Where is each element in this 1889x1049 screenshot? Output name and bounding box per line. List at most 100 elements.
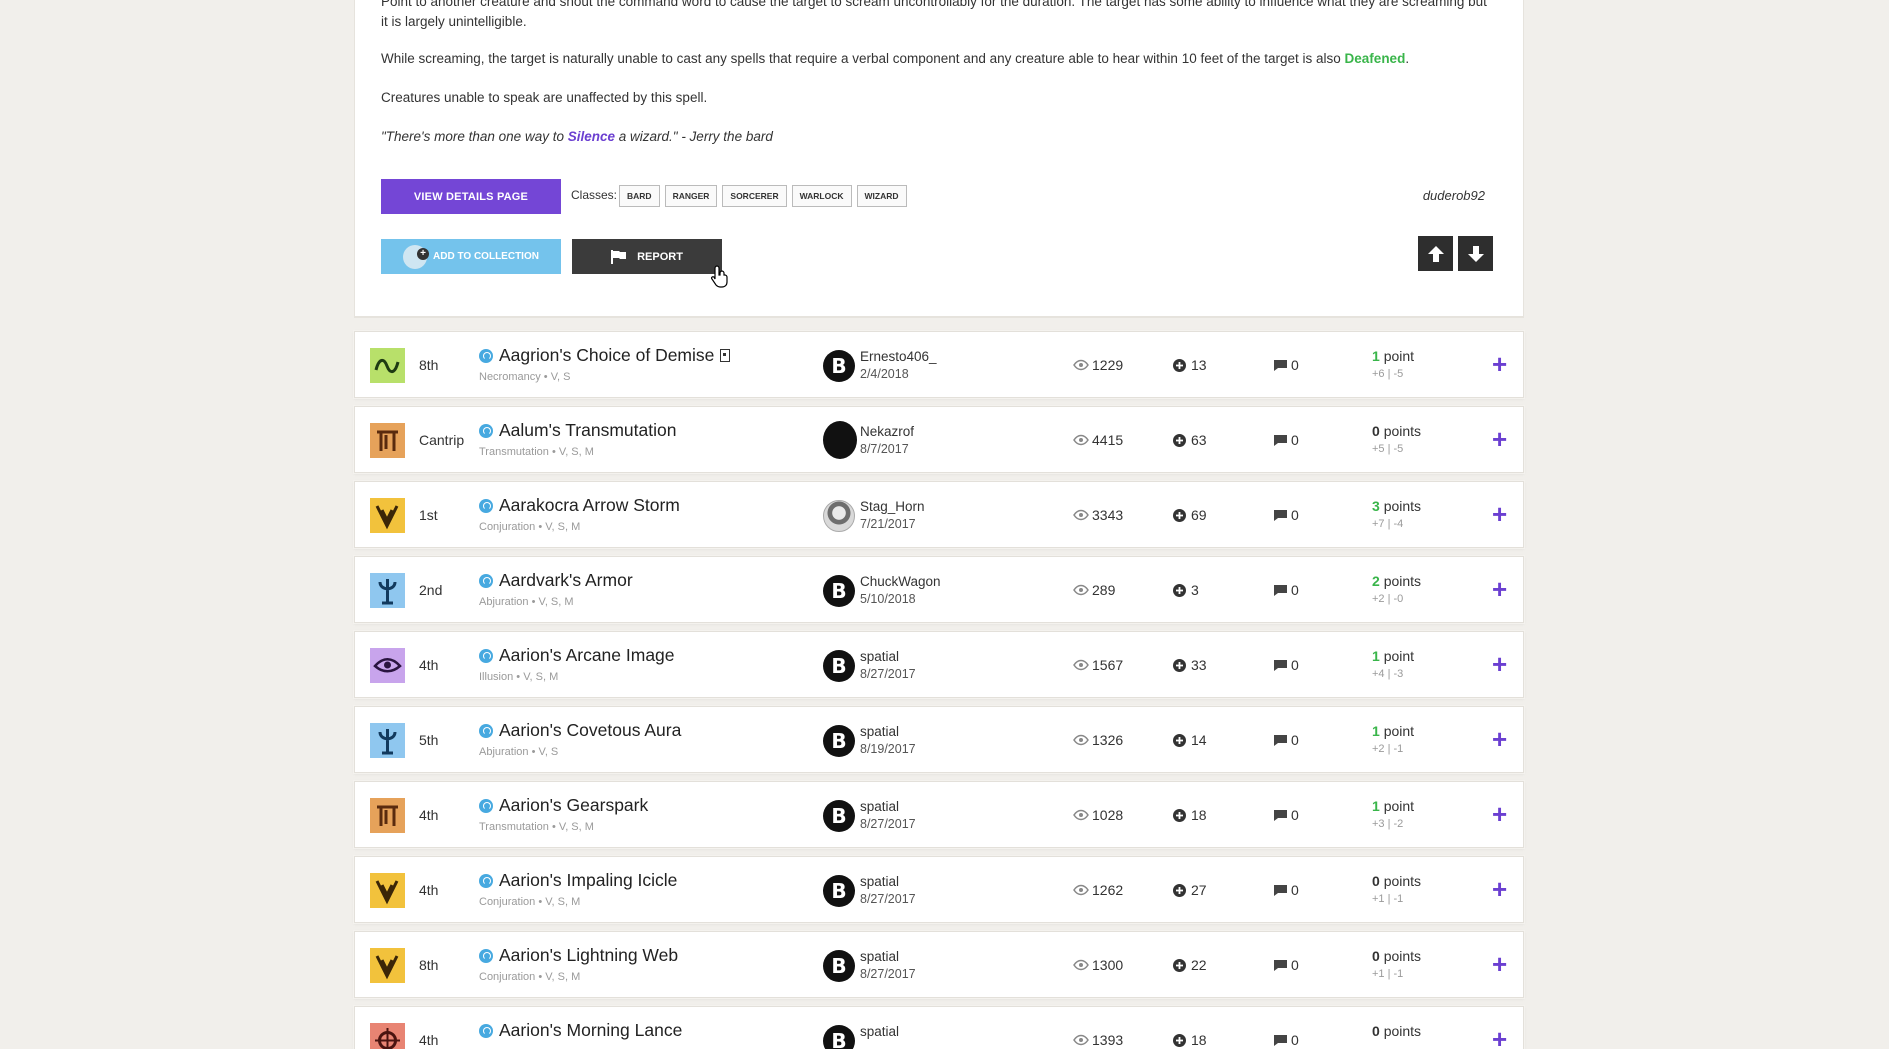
spell-row[interactable]: 4th Aarion's Gearspark Transmutation • V, … [354,781,1524,848]
spell-row[interactable]: Cantrip Aalum's Transmutation Transmutatio… [354,406,1524,473]
spell-name-text[interactable]: Aarion's Lightning Web [499,945,678,966]
spell-meta: Conjuration • V, S, M [479,971,581,983]
add-spell-button[interactable]: + [1492,801,1507,827]
add-spell-button[interactable]: + [1492,426,1507,452]
view-count: 1393 [1073,1032,1123,1048]
spell-name-text[interactable]: Aarion's Morning Lance [499,1020,682,1041]
avatar[interactable]: B [823,575,855,607]
add-spell-button[interactable]: + [1492,351,1507,377]
arrow-down-icon [1467,245,1484,262]
view-details-button[interactable]: View Details Page [381,179,561,214]
points: 1 point [1372,348,1414,364]
author-username[interactable]: spatial [860,1024,899,1039]
add-count: 69 [1173,507,1207,523]
spell-name-text[interactable]: Aarion's Gearspark [499,795,648,816]
avatar[interactable]: B [823,725,855,757]
add-spell-button[interactable]: + [1492,876,1507,902]
spell-name[interactable]: Aalum's Transmutation [479,420,676,441]
spell-row[interactable]: 2nd Aardvark's Armor Abjuration • V, S, M B… [354,556,1524,623]
upvote-button[interactable] [1418,236,1453,271]
comment-count: 0 [1273,357,1299,373]
author-username[interactable]: Stag_Horn [860,499,925,514]
add-spell-button[interactable]: + [1492,1026,1507,1049]
author-username[interactable]: ChuckWagon [860,574,941,589]
add-spell-button[interactable]: + [1492,726,1507,752]
spell-name[interactable]: Aarakocra Arrow Storm [479,495,680,516]
spell-name[interactable]: Aarion's Gearspark [479,795,648,816]
add-spell-button[interactable]: + [1492,651,1507,677]
class-tag-wizard[interactable]: WIZARD [856,185,907,207]
silence-link[interactable]: Silence [568,129,615,144]
add-spell-button[interactable]: + [1492,576,1507,602]
report-button[interactable]: Report [572,239,722,274]
downvote-button[interactable] [1458,236,1493,271]
add-count: 14 [1173,732,1207,748]
spell-row[interactable]: 4th Aarion's Impaling Icicle Conjuration •… [354,856,1524,923]
add-spell-button[interactable]: + [1492,951,1507,977]
spell-row[interactable]: 1st Aarakocra Arrow Storm Conjuration • V,… [354,481,1524,548]
author-name[interactable]: duderob92 [1423,188,1485,203]
class-tag-warlock[interactable]: WARLOCK [791,185,852,207]
spell-name-text[interactable]: Aarion's Impaling Icicle [499,870,677,891]
spell-name-text[interactable]: Aagrion's Choice of Demise [499,345,714,366]
spell-name[interactable]: Aarion's Impaling Icicle [479,870,677,891]
spell-name-text[interactable]: Aardvark's Armor [499,570,633,591]
add-to-collection-button[interactable]: Add to Collection [381,239,561,274]
points: 0 points [1372,423,1421,439]
view-count: 3343 [1073,507,1123,523]
comment-count: 0 [1273,657,1299,673]
avatar[interactable]: B [823,875,855,907]
spell-name-text[interactable]: Aarakocra Arrow Storm [499,495,680,516]
spell-name[interactable]: Aagrion's Choice of Demise [479,345,731,366]
spell-row[interactable]: 4th Aarion's Morning Lance Bspatial 1393 18 0… [354,1006,1524,1049]
spell-name[interactable]: Aardvark's Armor [479,570,633,591]
spell-name[interactable]: Aarion's Arcane Image [479,645,675,666]
class-tag-ranger[interactable]: RANGER [664,185,718,207]
view-count: 1567 [1073,657,1123,673]
avatar[interactable]: B [823,350,855,382]
points: 3 points [1372,498,1421,514]
deafened-link[interactable]: Deafened [1345,51,1406,66]
spell-name-text[interactable]: Aalum's Transmutation [499,420,676,441]
spell-name-text[interactable]: Aarion's Arcane Image [499,645,675,666]
spell-name[interactable]: Aarion's Morning Lance [479,1020,682,1041]
add-spell-button[interactable]: + [1492,501,1507,527]
comment-icon [1274,584,1287,596]
spell-row[interactable]: 8th Aagrion's Choice of Demise Necromancy … [354,331,1524,398]
avatar[interactable]: B [823,650,855,682]
vote-breakdown: +6 | -5 [1372,368,1404,380]
spell-name[interactable]: Aarion's Covetous Aura [479,720,681,741]
avatar[interactable] [823,500,855,532]
points-label: point [1383,648,1415,664]
avatar[interactable]: B [823,800,855,832]
class-tag-bard[interactable]: BARD [619,185,660,207]
add-count-value: 18 [1191,1032,1207,1048]
author-username[interactable]: spatial [860,724,899,739]
created-date: 8/27/2017 [860,817,916,831]
author-username[interactable]: spatial [860,649,899,664]
homebrew-icon [479,873,493,888]
avatar[interactable] [823,421,857,459]
eye-icon [1073,884,1089,896]
comment-count-value: 0 [1291,357,1299,373]
homebrew-icon [479,348,493,363]
author-username[interactable]: Nekazrof [860,424,914,439]
avatar[interactable]: B [823,1025,855,1049]
spell-level: 8th [419,957,439,973]
view-count-value: 1028 [1092,807,1124,823]
homebrew-icon [479,948,493,963]
author-username[interactable]: spatial [860,799,899,814]
avatar[interactable]: B [823,950,855,982]
spell-row[interactable]: 5th Aarion's Covetous Aura Abjuration • V,… [354,706,1524,773]
spell-name[interactable]: Aarion's Lightning Web [479,945,678,966]
comment-icon [1274,734,1287,746]
author-username[interactable]: spatial [860,874,899,889]
author-username[interactable]: spatial [860,949,899,964]
author-username[interactable]: Ernesto406_ [860,349,937,364]
spell-row[interactable]: 4th Aarion's Arcane Image Illusion • V, S,… [354,631,1524,698]
spell-row[interactable]: 8th Aarion's Lightning Web Conjuration • V… [354,931,1524,998]
spell-name-text[interactable]: Aarion's Covetous Aura [499,720,681,741]
vote-breakdown: +1 | -1 [1372,968,1404,980]
class-tag-sorcerer[interactable]: SORCERER [722,185,787,207]
add-circle-icon [1173,883,1186,897]
